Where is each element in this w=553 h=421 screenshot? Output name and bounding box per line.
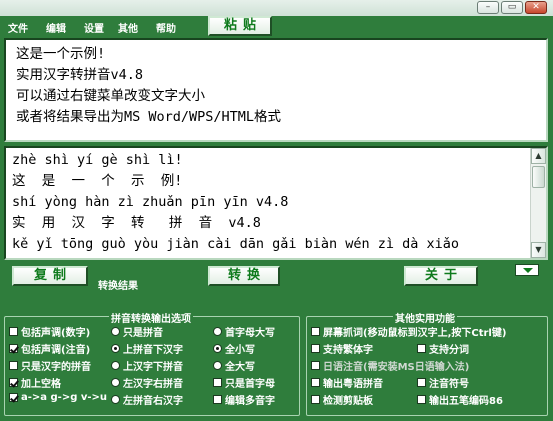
input-text-area[interactable]: 这是一个示例! 实用汉字转拼音v4.8 可以通过右键菜单改变文字大小或者将结果导出为…: [4, 38, 548, 142]
checkbox-japanese[interactable]: [311, 361, 320, 370]
option-tone-mark[interactable]: 包括声调(注音): [9, 341, 90, 356]
other-functions-group: 其他实用功能 屏幕抓词(移动鼠标到汉字上,按下Ctrl键) 支持繁体字 支持分词…: [306, 310, 548, 416]
output-line: shí yòng hàn zì zhuǎn pīn yīn v4.8: [12, 194, 289, 210]
checkbox-zhuyin[interactable]: [417, 378, 426, 387]
input-line: 实用汉字转拼音v4.8: [16, 67, 144, 83]
option-word-segmentation[interactable]: 支持分词: [417, 341, 469, 356]
checkbox-tone-mark[interactable]: [9, 344, 18, 353]
checkbox-edit-polyphonic[interactable]: [213, 395, 222, 404]
radio-capitalize-first[interactable]: 首字母大写: [213, 324, 275, 339]
output-scrollbar[interactable]: ▲ ▼: [530, 148, 546, 258]
convert-button[interactable]: 转换: [208, 266, 280, 286]
menu-edit[interactable]: 编辑: [46, 20, 66, 35]
scroll-down-icon[interactable]: ▼: [531, 242, 546, 258]
option-zhuyin[interactable]: 注音符号: [417, 375, 469, 390]
checkbox-char-replace[interactable]: [9, 393, 18, 402]
checkbox-screen-capture[interactable]: [311, 327, 320, 336]
radio-pinyin-above[interactable]: 上拼音下汉字: [111, 341, 183, 356]
menu-file[interactable]: 文件: [8, 20, 28, 35]
checkbox-clipboard[interactable]: [311, 395, 320, 404]
conversion-result-label: 转换结果: [98, 281, 138, 292]
output-line: 实 用 汉 字 转 拼 音 v4.8: [12, 215, 261, 231]
checkbox-word-segmentation[interactable]: [417, 344, 426, 353]
title-bar: – ▭ ✕: [0, 0, 553, 16]
output-line: kě yǐ tōng guò yòu jiàn cài dān gǎi biàn…: [12, 236, 460, 252]
pinyin-options-group: 拼音转换输出选项 包括声调(数字) 包括声调(注音) 只是汉字的拼音 加上空格 …: [4, 310, 300, 416]
option-clipboard[interactable]: 检测剪贴板: [311, 392, 373, 407]
pinyin-options-title: 拼音转换输出选项: [109, 310, 193, 325]
option-char-replace[interactable]: a->a g->g v->u: [9, 392, 107, 403]
radio-all-lower[interactable]: 全小写: [213, 341, 255, 356]
paste-button[interactable]: 粘贴: [208, 16, 272, 36]
input-text: 这是一个示例! 实用汉字转拼音v4.8 可以通过右键菜单改变文字大小或者将结果导出为…: [16, 44, 281, 128]
restore-button[interactable]: ▭: [501, 1, 523, 14]
checkbox-cantonese[interactable]: [311, 378, 320, 387]
option-tone-number[interactable]: 包括声调(数字): [9, 324, 90, 339]
option-japanese[interactable]: 日语注音(需安装MS日语输入法): [311, 358, 469, 373]
checkbox-tone-number[interactable]: [9, 327, 18, 336]
option-cantonese[interactable]: 输出粤语拼音: [311, 375, 383, 390]
menu-other[interactable]: 其他: [118, 20, 138, 35]
app-window: – ▭ ✕ 文件 编辑 设置 其他 帮助 粘贴 这是一个示例! 实用汉字转拼音v4…: [0, 0, 553, 421]
radio-all-lower-dot[interactable]: [213, 344, 222, 353]
option-only-hanzi-pinyin[interactable]: 只是汉字的拼音: [9, 358, 91, 373]
checkbox-wubi[interactable]: [417, 395, 426, 404]
output-line: zhè shì yí gè shì lì!: [12, 152, 183, 168]
checkbox-add-space[interactable]: [9, 378, 18, 387]
window-controls: – ▭ ✕: [477, 1, 547, 14]
checkbox-traditional[interactable]: [311, 344, 320, 353]
checkbox-only-hanzi-pinyin[interactable]: [9, 361, 18, 370]
option-edit-polyphonic[interactable]: 编辑多音字: [213, 392, 275, 407]
radio-capitalize-first-dot[interactable]: [213, 327, 222, 336]
option-screen-capture[interactable]: 屏幕抓词(移动鼠标到汉字上,按下Ctrl键): [311, 324, 506, 339]
radio-hanzi-above[interactable]: 上汉字下拼音: [111, 358, 183, 373]
close-button[interactable]: ✕: [525, 1, 547, 14]
radio-pinyin-above-dot[interactable]: [111, 344, 120, 353]
radio-pinyin-left-dot[interactable]: [111, 395, 120, 404]
scroll-up-icon[interactable]: ▲: [531, 148, 546, 164]
about-button[interactable]: 关于: [404, 266, 478, 286]
checkbox-initials-only[interactable]: [213, 378, 222, 387]
radio-all-upper-dot[interactable]: [213, 361, 222, 370]
output-line: 这 是 一 个 示 例!: [12, 173, 183, 189]
menu-help[interactable]: 帮助: [156, 20, 176, 35]
radio-hanzi-left-dot[interactable]: [111, 378, 120, 387]
option-initials-only[interactable]: 只是首字母: [213, 375, 275, 390]
radio-pinyin-only-dot[interactable]: [111, 327, 120, 336]
scroll-thumb[interactable]: [532, 166, 545, 188]
input-line: 可以通过右键菜单改变文字大小: [16, 88, 205, 104]
output-text-area[interactable]: zhè shì yí gè shì lì! 这 是 一 个 示 例! shí yòn…: [4, 146, 548, 260]
radio-hanzi-above-dot[interactable]: [111, 361, 120, 370]
option-wubi[interactable]: 输出五笔编码86: [417, 392, 503, 407]
radio-all-upper[interactable]: 全大写: [213, 358, 255, 373]
input-line: 这是一个示例!: [16, 46, 106, 62]
menu-settings[interactable]: 设置: [84, 20, 104, 35]
other-functions-title: 其他实用功能: [393, 310, 457, 325]
option-add-space[interactable]: 加上空格: [9, 375, 61, 390]
radio-pinyin-left[interactable]: 左拼音右汉字: [111, 392, 183, 407]
collapse-toggle-icon[interactable]: [515, 264, 539, 276]
minimize-button[interactable]: –: [477, 1, 499, 14]
output-text: zhè shì yí gè shì lì! 这 是 一 个 示 例! shí yòn…: [12, 150, 459, 255]
option-traditional[interactable]: 支持繁体字: [311, 341, 373, 356]
copy-button[interactable]: 复制: [12, 266, 88, 286]
radio-pinyin-only[interactable]: 只是拼音: [111, 324, 163, 339]
radio-hanzi-left[interactable]: 左汉字右拼音: [111, 375, 183, 390]
input-line: 或者将结果导出为MS Word/WPS/HTML格式: [16, 109, 282, 125]
menu-bar: 文件 编辑 设置 其他 帮助 粘贴: [0, 16, 553, 38]
